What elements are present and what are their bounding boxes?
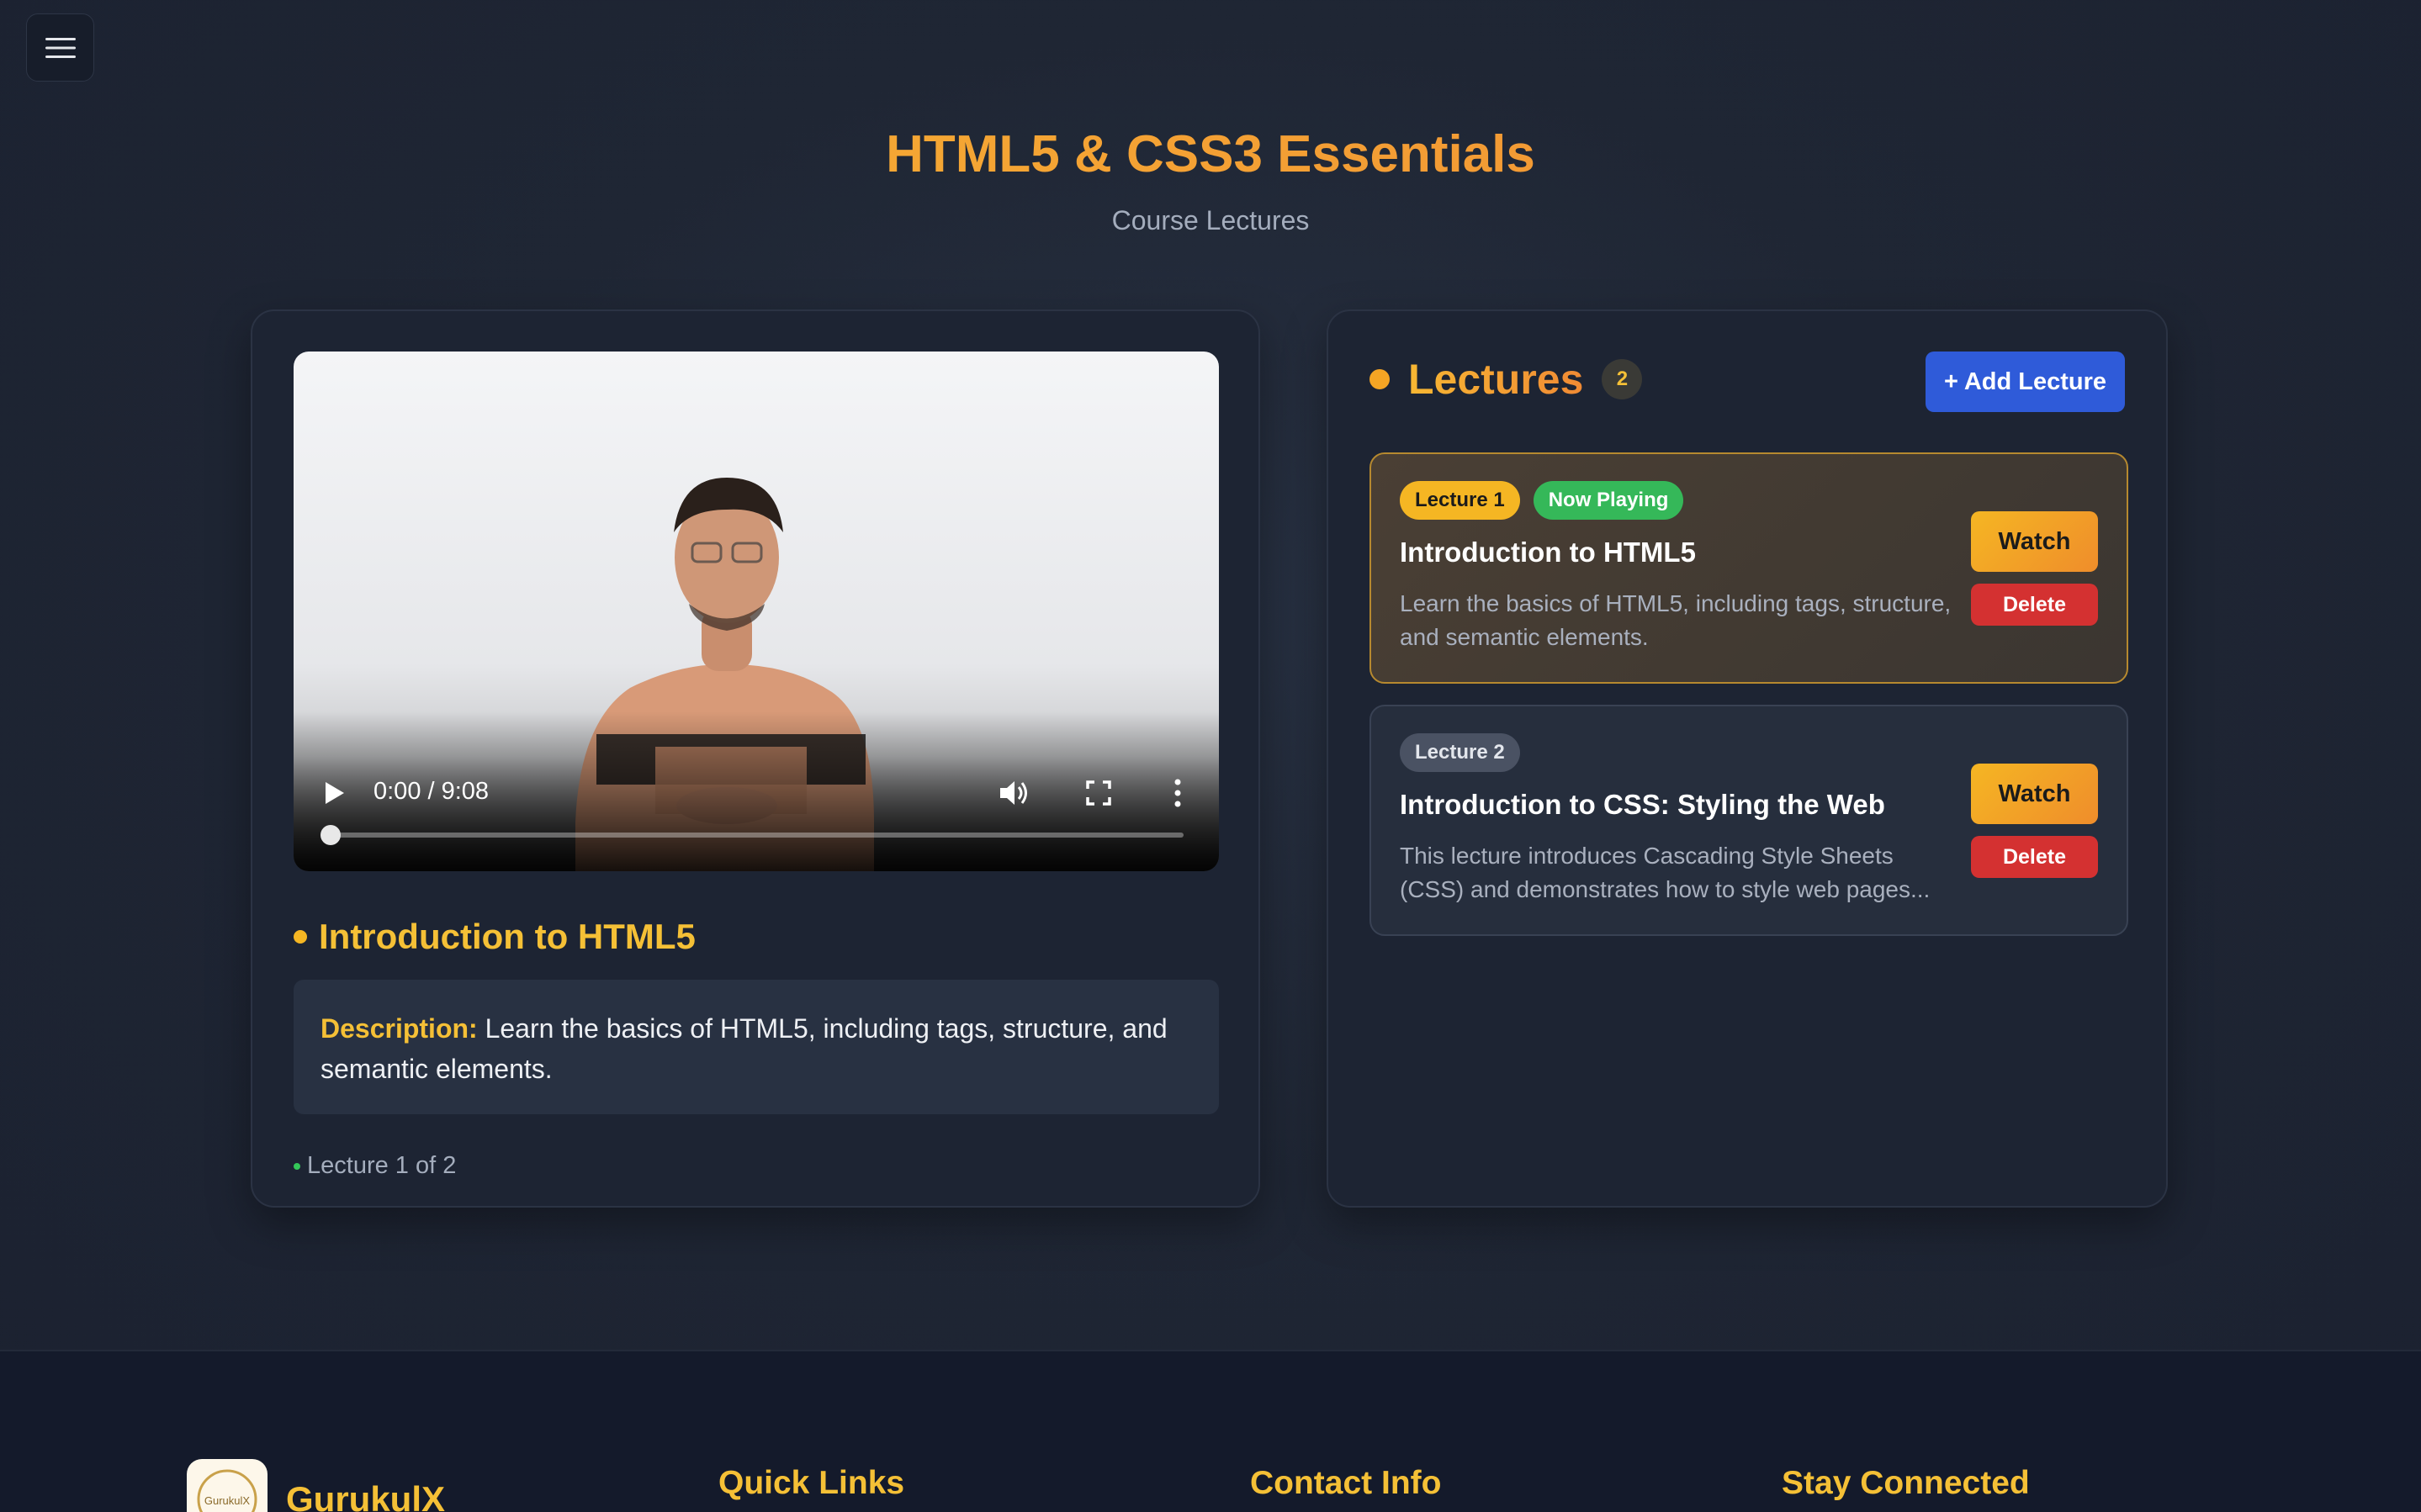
now-playing-badge: Now Playing <box>1533 481 1684 520</box>
lectures-title: Lectures <box>1408 356 1584 403</box>
video-time: 0:00 / 9:08 <box>373 778 490 805</box>
footer: GurukulX GurukulX Quick Links Contact In… <box>0 1350 2421 1512</box>
lecture-card[interactable]: Lecture 2 Introduction to CSS: Styling t… <box>1369 705 2128 936</box>
lecture-number-badge: Lecture 2 <box>1400 733 1520 772</box>
current-lecture-title: Introduction to HTML5 <box>319 917 696 956</box>
status-dot <box>294 1162 300 1170</box>
more-vertical-icon[interactable] <box>1173 779 1182 807</box>
player-panel: 0:00 / 9:08 Introduction to HTML5 Descri… <box>251 309 1260 1208</box>
menu-icon <box>45 37 76 58</box>
watch-button[interactable]: Watch <box>1971 764 2098 824</box>
lectures-header: Lectures 2 <box>1369 355 1643 404</box>
lectures-count-badge: 2 <box>1602 359 1643 399</box>
volume-icon[interactable] <box>999 779 1030 807</box>
menu-button[interactable] <box>26 13 94 82</box>
description-label: Description: <box>321 1013 478 1044</box>
brand-name: GurukulX <box>286 1479 446 1512</box>
progress-thumb[interactable] <box>321 825 341 845</box>
lecture-description: Learn the basics of HTML5, including tag… <box>1400 590 1952 650</box>
lectures-dot <box>1369 369 1390 389</box>
page-title: HTML5 & CSS3 Essentials <box>0 124 2421 184</box>
contact-info-heading: Contact Info <box>1250 1465 1442 1501</box>
brand-logo: GurukulX <box>187 1459 268 1512</box>
bullet-dot <box>294 930 307 944</box>
fullscreen-icon[interactable] <box>1086 780 1111 806</box>
lecture-number-badge: Lecture 1 <box>1400 481 1520 520</box>
logo-icon: GurukulX <box>197 1469 257 1512</box>
lectures-panel: Lectures 2 + Add Lecture Lecture 1 Now P… <box>1327 309 2168 1208</box>
lecture-position: Lecture 1 of 2 <box>294 1152 456 1180</box>
video-controls: 0:00 / 9:08 <box>294 711 1219 871</box>
progress-track[interactable] <box>329 833 1184 838</box>
lecture-card[interactable]: Lecture 1 Now Playing Introduction to HT… <box>1369 452 2128 684</box>
video-player[interactable]: 0:00 / 9:08 <box>294 352 1219 871</box>
delete-button[interactable]: Delete <box>1971 836 2098 878</box>
svg-text:GurukulX: GurukulX <box>204 1494 251 1507</box>
description-box: Description: Learn the basics of HTML5, … <box>294 980 1219 1114</box>
lecture-description: This lecture introduces Cascading Style … <box>1400 843 1931 902</box>
current-lecture-heading: Introduction to HTML5 <box>294 917 696 957</box>
quick-links-heading: Quick Links <box>718 1465 905 1501</box>
page-subtitle: Course Lectures <box>1111 205 1310 235</box>
delete-button[interactable]: Delete <box>1971 584 2098 626</box>
add-lecture-button[interactable]: + Add Lecture <box>1926 352 2125 412</box>
play-icon[interactable] <box>322 780 346 806</box>
footer-brand[interactable]: GurukulX GurukulX <box>187 1459 445 1512</box>
watch-button[interactable]: Watch <box>1971 511 2098 572</box>
lecture-position-text: Lecture 1 of 2 <box>307 1152 457 1179</box>
stay-connected-heading: Stay Connected <box>1782 1465 2030 1501</box>
